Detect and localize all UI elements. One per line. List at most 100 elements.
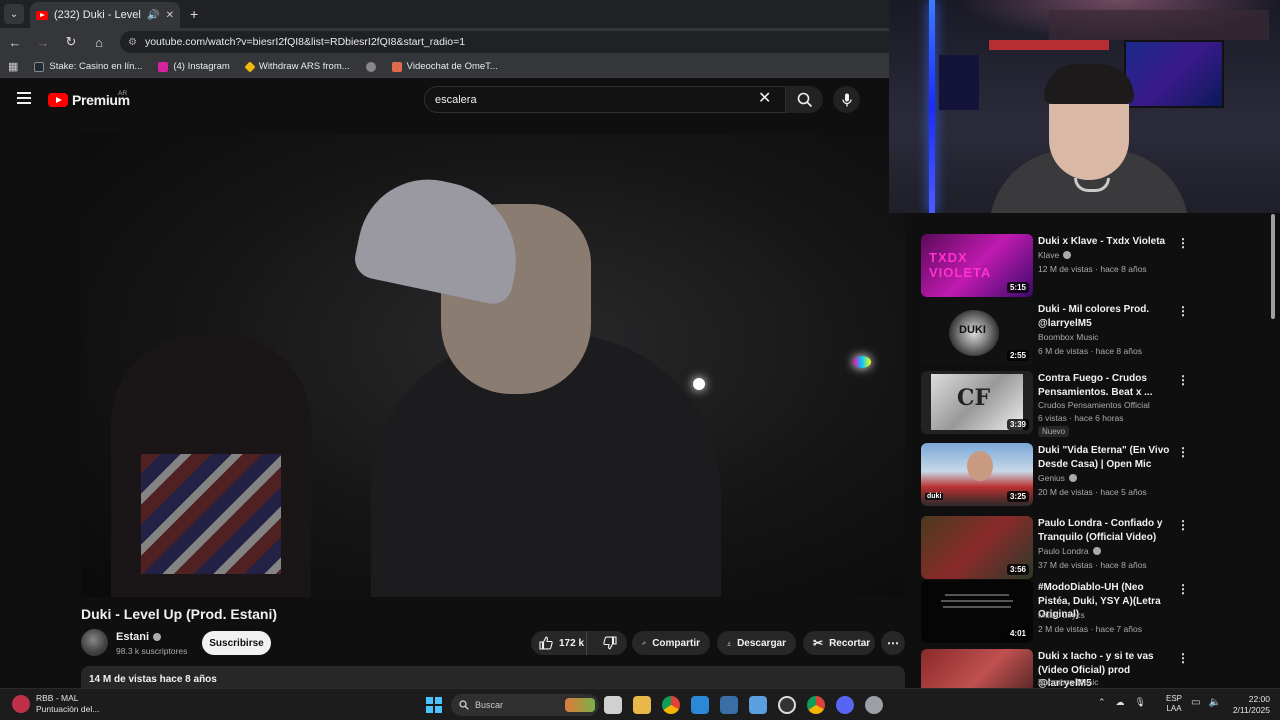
clear-search-icon[interactable]: ✕ <box>758 90 771 108</box>
dislike-button[interactable] <box>593 631 627 655</box>
more-options-icon[interactable]: ⋮ <box>1177 651 1189 665</box>
tab-search-button[interactable]: ⌄ <box>4 4 24 24</box>
recommendation-item[interactable]: CF 3:39 Contra Fuego - Crudos Pensamient… <box>921 371 1266 437</box>
more-actions-button[interactable]: ⋯ <box>881 631 905 655</box>
thumbs-up-icon <box>539 636 553 650</box>
chevron-up-icon[interactable]: ⌃ <box>1098 697 1106 708</box>
url-field[interactable]: ⚙ youtube.com/watch?v=biesrI2fQI8&list=R… <box>120 31 980 53</box>
video-light-flare <box>853 356 871 368</box>
recommendation-title: Paulo Londra - Confiado y Tranquilo (Off… <box>1038 518 1163 543</box>
video-thumbnail[interactable]: duki 3:25 <box>921 443 1033 506</box>
clock-date: 2/11/2025 <box>1232 705 1270 715</box>
clip-button[interactable]: ✂ Recortar <box>803 631 875 655</box>
more-options-icon[interactable]: ⋮ <box>1177 518 1189 532</box>
recommendation-meta: 6 M de vistas · hace 8 años <box>1038 346 1142 356</box>
obs-icon[interactable] <box>778 696 796 714</box>
recommendation-item[interactable]: 4:01 #ModoDiablo-UH (Neo Pistéa, Duki, Y… <box>921 580 1266 644</box>
download-button[interactable]: Descargar <box>717 631 796 655</box>
more-options-icon[interactable]: ⋮ <box>1177 373 1189 387</box>
task-view-icon[interactable] <box>604 696 622 714</box>
views-and-date: 14 M de vistas hace 8 años <box>89 674 217 685</box>
subscribe-button[interactable]: Suscribirse <box>202 631 271 655</box>
more-options-icon[interactable]: ⋮ <box>1177 304 1189 318</box>
reload-button[interactable]: ↻ <box>62 33 80 51</box>
channel-name[interactable]: Estani <box>116 631 162 643</box>
binance-icon <box>244 60 256 73</box>
widgets-button[interactable]: RBB - MAL Puntuación del... <box>12 693 99 715</box>
bookmark-instagram[interactable]: (4) Instagram <box>158 61 230 72</box>
calculator-icon[interactable] <box>720 696 738 714</box>
apps-grid-icon[interactable]: ▦ <box>8 60 18 73</box>
file-explorer-icon[interactable] <box>633 696 651 714</box>
network-app-icon[interactable] <box>691 696 709 714</box>
site-info-icon[interactable]: ⚙ <box>128 37 137 48</box>
forward-button[interactable]: → <box>34 33 52 51</box>
bookmark-binance[interactable]: Withdraw ARS from... <box>244 60 350 73</box>
video-thumbnail[interactable]: CF 3:39 <box>921 371 1033 434</box>
new-badge: Nuevo <box>1038 426 1070 437</box>
recommendation-item[interactable]: 3:56 Paulo Londra - Confiado y Tranquilo… <box>921 516 1266 580</box>
chrome-profile-icon[interactable] <box>807 696 825 714</box>
start-button[interactable] <box>426 697 442 713</box>
recommendation-meta: 6 vistas · hace 6 horas <box>1038 413 1124 423</box>
voice-search-button[interactable] <box>833 86 860 113</box>
video-thumbnail[interactable]: 3:56 <box>921 516 1033 579</box>
speaker-icon[interactable]: 🔊 <box>147 10 159 21</box>
recommendation-channel: Genius <box>1038 473 1077 483</box>
browser-tab-active[interactable]: (232) Duki - Level Up (Prod 🔊 ✕ <box>30 2 180 28</box>
recommendation-item[interactable]: Duki x Iacho - y si te vas (Video Oficia… <box>921 649 1266 689</box>
url-text: youtube.com/watch?v=biesrI2fQI8&list=RDb… <box>144 36 466 48</box>
close-tab-icon[interactable]: ✕ <box>166 10 174 21</box>
new-tab-button[interactable]: + <box>190 6 198 22</box>
search-input[interactable]: escalera <box>424 86 786 113</box>
share-button[interactable]: Compartir <box>632 631 710 655</box>
microphone-icon[interactable]: 🎙 <box>1135 697 1146 708</box>
recommendation-item[interactable]: DUKI 2:55 Duki - Mil colores Prod. @larr… <box>921 302 1266 366</box>
like-button[interactable]: 172 k <box>531 631 588 655</box>
video-title: Duki - Level Up (Prod. Estani) <box>81 606 278 622</box>
notepad-icon[interactable] <box>749 696 767 714</box>
ometv-icon <box>391 61 402 72</box>
settings-icon[interactable] <box>865 696 883 714</box>
duration-badge: 3:25 <box>1006 491 1029 502</box>
language-indicator[interactable]: ESP LAA <box>1166 694 1182 714</box>
bookmark-globe[interactable] <box>365 61 376 72</box>
clock-time: 22:00 <box>1248 694 1270 704</box>
share-icon <box>642 641 647 645</box>
clock[interactable]: 22:00 2/11/2025 <box>1228 694 1270 716</box>
bookmark-stake[interactable]: Stake: Casino en lín... <box>34 61 142 72</box>
quick-settings[interactable]: ▭ 🔈 <box>1191 697 1221 708</box>
scrollbar-thumb[interactable] <box>1271 214 1275 319</box>
discord-icon[interactable] <box>836 696 854 714</box>
video-thumbnail[interactable]: DUKI 2:55 <box>921 302 1033 365</box>
more-options-icon[interactable]: ⋮ <box>1177 445 1189 459</box>
recommendation-item[interactable]: TXDX VIOLETA 5:15 Duki x Klave - Txdx Vi… <box>921 234 1266 298</box>
duration-badge: 4:01 <box>1006 628 1029 639</box>
news-widget-icon <box>12 695 30 713</box>
home-button[interactable]: ⌂ <box>90 33 108 51</box>
menu-icon[interactable] <box>17 92 31 104</box>
video-thumbnail[interactable]: 4:01 <box>921 580 1033 643</box>
verified-icon <box>1063 251 1072 259</box>
video-thumbnail[interactable]: TXDX VIOLETA 5:15 <box>921 234 1033 297</box>
verified-icon <box>1068 474 1077 482</box>
back-button[interactable]: ← <box>6 33 24 51</box>
search-button[interactable] <box>786 86 823 113</box>
video-player[interactable] <box>81 134 905 597</box>
search-highlight-icon <box>565 698 595 712</box>
recommendation-channel: Paulo Londra <box>1038 546 1101 556</box>
recommendation-item[interactable]: duki 3:25 Duki "Vida Eterna" (En Vivo De… <box>921 443 1266 507</box>
taskbar-search[interactable]: Buscar <box>451 694 599 716</box>
recommendation-channel: Klave <box>1038 250 1072 260</box>
bookmark-ometv[interactable]: Videochat de OmeT... <box>391 61 498 72</box>
channel-avatar[interactable] <box>81 629 108 656</box>
chrome-icon[interactable] <box>662 696 680 714</box>
video-thumbnail[interactable] <box>921 649 1033 689</box>
more-options-icon[interactable]: ⋮ <box>1177 582 1189 596</box>
subscriber-count: 98.3 k suscriptores <box>116 646 188 656</box>
recommendation-meta: 2 M de vistas · hace 7 años <box>1038 624 1142 634</box>
recommendation-channel: Music Lirycs <box>1038 610 1085 620</box>
more-options-icon[interactable]: ⋮ <box>1177 236 1189 250</box>
cloud-icon[interactable]: ☁ <box>1116 697 1125 708</box>
webcam-monitor <box>1124 40 1224 108</box>
